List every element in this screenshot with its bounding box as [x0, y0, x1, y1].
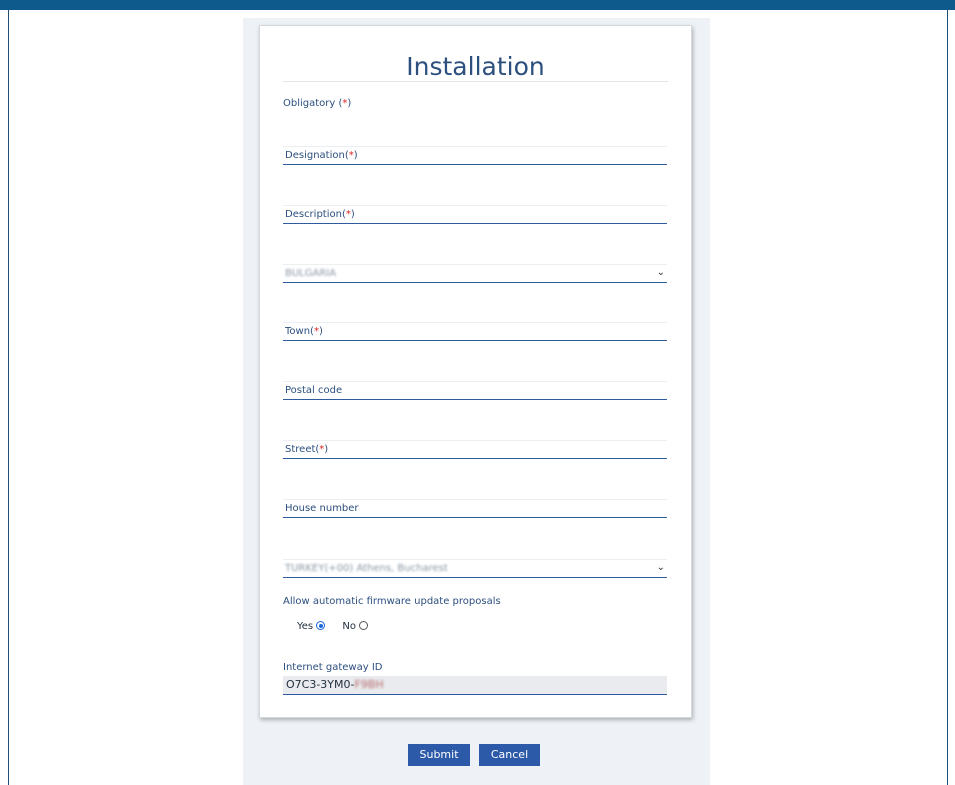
radio-yes-input[interactable]: [316, 621, 326, 630]
country-select[interactable]: BULGARIA ⌄: [283, 264, 667, 283]
timezone-select[interactable]: TURKEY(+00) Athens, Bucharest ⌄: [283, 559, 667, 578]
designation-label: Designation: [285, 150, 345, 161]
page-title: Installation: [406, 52, 545, 81]
installation-form-card: Installation Obligatory (*) Designation(…: [259, 25, 692, 718]
postal-code-field[interactable]: Postal code: [283, 381, 667, 400]
house-number-field[interactable]: House number: [283, 499, 667, 518]
designation-field[interactable]: Designation(*): [283, 146, 667, 165]
top-header-bar: [0, 0, 955, 10]
street-field[interactable]: Street(*): [283, 440, 667, 459]
house-number-label: House number: [285, 503, 359, 514]
firmware-radio-group: Yes No: [297, 620, 368, 634]
required-asterisk: *: [345, 209, 351, 220]
radio-option-yes[interactable]: Yes: [297, 620, 326, 634]
postal-code-label: Postal code: [285, 385, 343, 396]
town-label: Town: [285, 326, 311, 337]
description-field[interactable]: Description(*): [283, 205, 667, 224]
title-divider: [283, 81, 668, 82]
firmware-update-question: Allow automatic firmware update proposal…: [283, 596, 501, 607]
gateway-id-field: O7C3-3YM0-F9BH: [283, 676, 667, 695]
description-label: Description: [285, 209, 342, 220]
required-asterisk: *: [319, 444, 325, 455]
obligatory-note: Obligatory (*): [283, 98, 352, 109]
radio-option-no[interactable]: No: [342, 620, 368, 634]
country-select-value: BULGARIA: [285, 268, 337, 279]
frame-left-border: [8, 10, 9, 785]
gateway-id-label: Internet gateway ID: [283, 662, 383, 673]
required-asterisk: *: [348, 150, 354, 161]
cancel-button[interactable]: Cancel: [479, 744, 540, 766]
radio-no-label: No: [342, 621, 356, 632]
frame-right-border: [947, 10, 948, 785]
radio-no-input[interactable]: [358, 621, 368, 630]
submit-button[interactable]: Submit: [408, 744, 470, 766]
chevron-down-icon: ⌄: [656, 267, 665, 278]
chevron-down-icon: ⌄: [656, 562, 665, 573]
radio-yes-label: Yes: [297, 621, 314, 632]
town-field[interactable]: Town(*): [283, 322, 667, 341]
gateway-id-value: O7C3-3YM0-: [286, 678, 355, 691]
timezone-select-value: TURKEY(+00) Athens, Bucharest: [285, 563, 448, 574]
required-asterisk: *: [313, 326, 319, 337]
gateway-id-value-redacted: F9BH: [354, 678, 384, 691]
street-label: Street: [285, 444, 316, 455]
